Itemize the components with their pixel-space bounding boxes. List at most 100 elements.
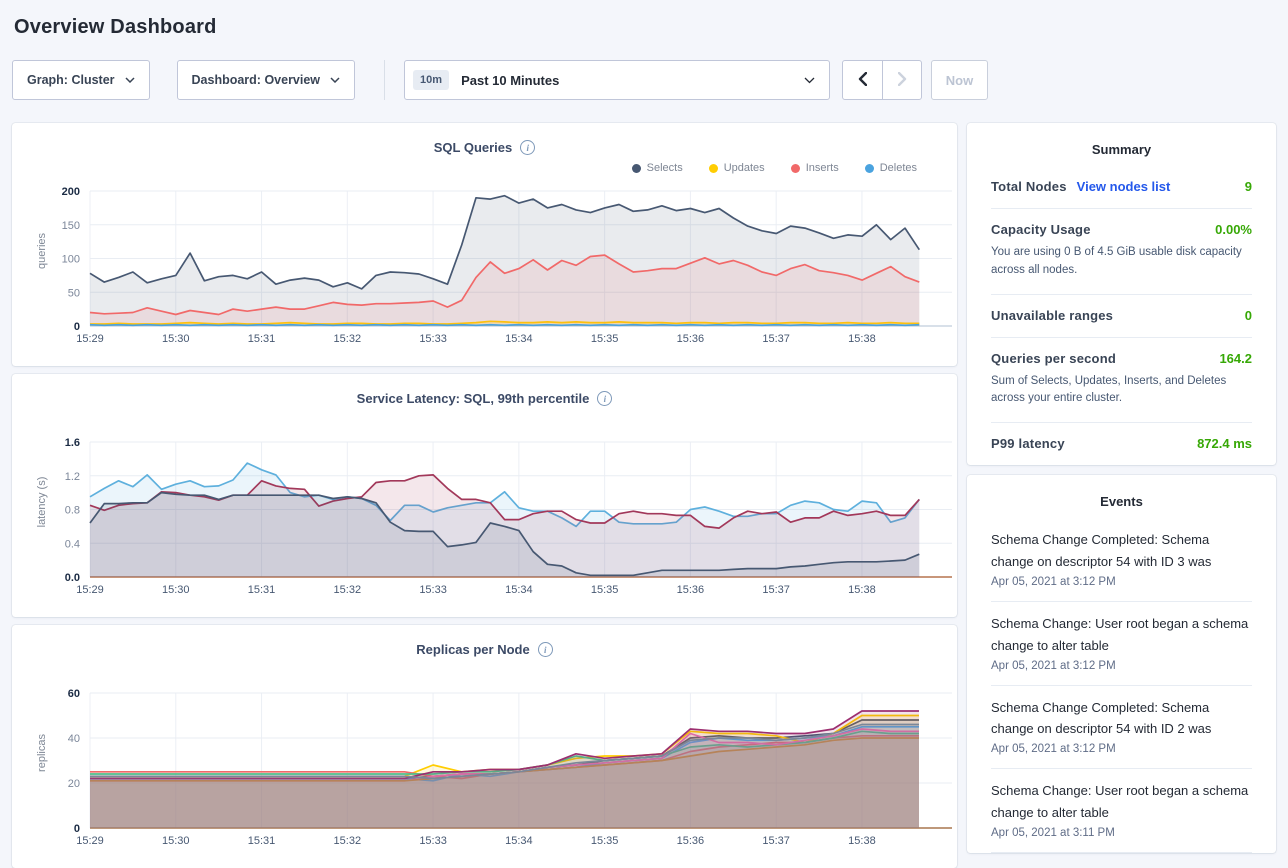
step-forward-button[interactable] — [882, 61, 921, 99]
chevron-left-icon — [858, 72, 867, 89]
summary-label: Capacity Usage — [991, 222, 1091, 237]
chart-legend — [12, 659, 957, 681]
svg-text:15:34: 15:34 — [505, 333, 533, 345]
summary-row-total-nodes: Total Nodes View nodes list 9 — [991, 166, 1252, 209]
summary-label: P99 latency — [991, 436, 1065, 451]
chevron-down-icon — [330, 77, 340, 83]
svg-text:15:29: 15:29 — [76, 835, 104, 847]
dashboard-dropdown-label: Dashboard: Overview — [192, 73, 321, 87]
event-timestamp: Apr 05, 2021 at 3:12 PM — [991, 576, 1252, 588]
legend-item-deletes: Deletes — [865, 162, 917, 174]
chart-body: replicas 15:2915:3015:3115:3215:3315:341… — [12, 681, 957, 856]
summary-row-queries-per-second: Queries per second 164.2 Sum of Selects,… — [991, 338, 1252, 424]
chart-panel-service-latency: Service Latency: SQL, 99th percentile i … — [12, 374, 957, 617]
svg-text:15:30: 15:30 — [162, 333, 190, 345]
summary-row-p99-latency: P99 latency 872.4 ms — [991, 423, 1252, 465]
chevron-right-icon — [898, 72, 907, 89]
summary-panel: Summary Total Nodes View nodes list 9 Ca… — [967, 123, 1276, 465]
toolbar: Graph: Cluster Dashboard: Overview 10m P… — [12, 60, 1276, 100]
svg-text:150: 150 — [62, 220, 80, 232]
y-axis-label: replicas — [36, 734, 48, 772]
now-button[interactable]: Now — [931, 60, 988, 100]
chart-title: Service Latency: SQL, 99th percentile — [357, 391, 590, 406]
svg-text:15:32: 15:32 — [334, 584, 362, 596]
svg-text:15:31: 15:31 — [248, 333, 276, 345]
summary-value: 164.2 — [1219, 351, 1252, 366]
svg-text:0.4: 0.4 — [65, 538, 80, 550]
event-item: Schema Change: User root began a schema … — [991, 602, 1252, 686]
time-range-selector[interactable]: 10m Past 10 Minutes — [404, 60, 830, 100]
summary-label: Total Nodes — [991, 179, 1067, 194]
chart-body: queries 15:2915:3015:3115:3215:3315:3415… — [12, 179, 957, 354]
event-timestamp: Apr 05, 2021 at 3:12 PM — [991, 743, 1252, 755]
dashboard-dropdown[interactable]: Dashboard: Overview — [177, 60, 356, 100]
event-message[interactable]: Schema Change: User root began a schema … — [991, 613, 1252, 657]
svg-text:15:32: 15:32 — [334, 333, 362, 345]
svg-text:15:30: 15:30 — [162, 835, 190, 847]
info-icon[interactable]: i — [520, 140, 535, 155]
svg-text:15:36: 15:36 — [677, 835, 705, 847]
summary-description: Sum of Selects, Updates, Inserts, and De… — [991, 373, 1252, 409]
svg-text:15:34: 15:34 — [505, 584, 533, 596]
svg-text:200: 200 — [62, 186, 80, 198]
step-back-button[interactable] — [843, 61, 882, 99]
svg-text:15:38: 15:38 — [848, 835, 876, 847]
event-timestamp: Apr 05, 2021 at 3:12 PM — [991, 660, 1252, 672]
event-item: Schema Change: User root began a schema … — [991, 769, 1252, 853]
chart-header: Service Latency: SQL, 99th percentile i — [12, 374, 957, 408]
chart-legend — [12, 408, 957, 430]
summary-value: 0.00% — [1215, 222, 1252, 237]
summary-value: 872.4 ms — [1197, 436, 1252, 451]
svg-text:15:37: 15:37 — [762, 333, 790, 345]
svg-text:15:31: 15:31 — [248, 584, 276, 596]
chevron-down-icon — [804, 77, 815, 84]
event-message[interactable]: Schema Change: User root began a schema … — [991, 780, 1252, 824]
event-message[interactable]: Schema Change Completed: Schema change o… — [991, 529, 1252, 573]
svg-text:15:29: 15:29 — [76, 584, 104, 596]
svg-text:15:34: 15:34 — [505, 835, 533, 847]
svg-text:100: 100 — [62, 254, 80, 266]
toolbar-divider — [384, 60, 385, 100]
legend-dot — [865, 164, 874, 173]
legend-dot — [709, 164, 718, 173]
svg-text:50: 50 — [68, 287, 80, 299]
svg-text:15:31: 15:31 — [248, 835, 276, 847]
event-item: Schema Change Completed: Schema change o… — [991, 518, 1252, 602]
chart-header: SQL Queries i — [12, 123, 957, 157]
svg-text:15:36: 15:36 — [677, 333, 705, 345]
chart-legend: SelectsUpdatesInsertsDeletes — [12, 157, 957, 179]
svg-text:1.6: 1.6 — [65, 437, 80, 449]
svg-text:15:33: 15:33 — [419, 584, 447, 596]
view-nodes-list-link[interactable]: View nodes list — [1077, 179, 1171, 194]
event-item: Schema Change Completed: Schema change o… — [991, 686, 1252, 770]
events-title: Events — [991, 475, 1252, 518]
svg-text:60: 60 — [68, 688, 80, 700]
svg-text:40: 40 — [68, 733, 80, 745]
svg-text:15:35: 15:35 — [591, 835, 619, 847]
overview-dashboard-page: Overview Dashboard Graph: Cluster Dashbo… — [0, 0, 1288, 868]
chart-panel-sql-queries: SQL Queries i SelectsUpdatesInsertsDelet… — [12, 123, 957, 366]
svg-text:15:29: 15:29 — [76, 333, 104, 345]
svg-text:20: 20 — [68, 778, 80, 790]
events-panel: Events Schema Change Completed: Schema c… — [967, 475, 1276, 853]
svg-text:15:37: 15:37 — [762, 835, 790, 847]
graph-dropdown[interactable]: Graph: Cluster — [12, 60, 150, 100]
svg-text:15:36: 15:36 — [677, 584, 705, 596]
summary-description: You are using 0 B of 4.5 GiB usable disk… — [991, 244, 1252, 280]
svg-text:15:33: 15:33 — [419, 333, 447, 345]
replicas-per-node-chart: 15:2915:3015:3115:3215:3315:3415:3515:36… — [12, 681, 957, 856]
summary-row-unavailable-ranges: Unavailable ranges 0 — [991, 295, 1252, 338]
service-latency-chart: 15:2915:3015:3115:3215:3315:3415:3515:36… — [12, 430, 957, 605]
chevron-down-icon — [125, 77, 135, 83]
info-icon[interactable]: i — [597, 391, 612, 406]
legend-dot — [632, 164, 641, 173]
svg-text:1.2: 1.2 — [65, 471, 80, 483]
time-step-arrows — [842, 60, 922, 100]
event-message[interactable]: Schema Change Completed: Schema change o… — [991, 697, 1252, 741]
svg-text:15:35: 15:35 — [591, 584, 619, 596]
main-content: SQL Queries i SelectsUpdatesInsertsDelet… — [12, 123, 1276, 868]
info-icon[interactable]: i — [538, 642, 553, 657]
svg-text:15:35: 15:35 — [591, 333, 619, 345]
event-timestamp: Apr 05, 2021 at 3:11 PM — [991, 827, 1252, 839]
time-range-label: Past 10 Minutes — [461, 73, 804, 88]
